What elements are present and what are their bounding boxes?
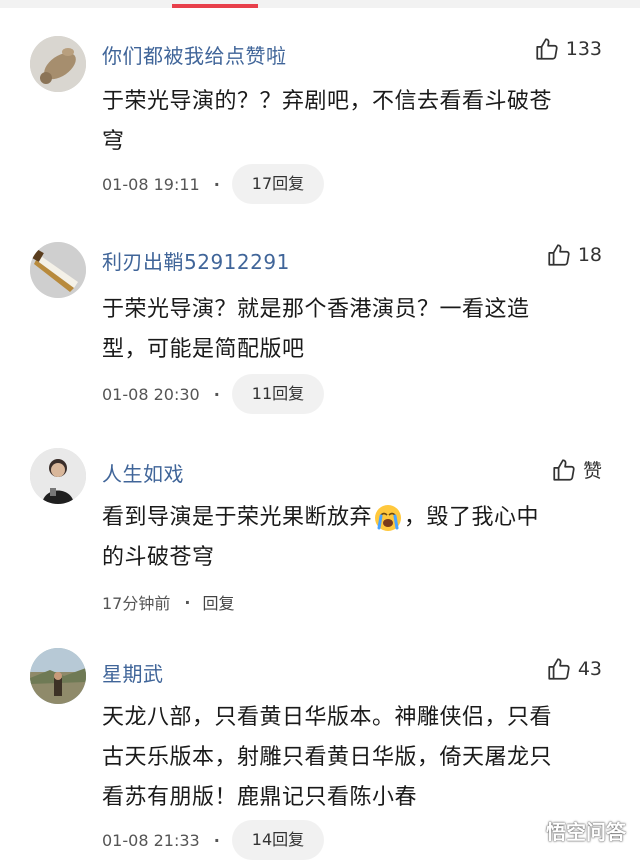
- thumbs-up-icon: [553, 458, 575, 481]
- separator-dot: ·: [213, 830, 220, 850]
- comment-text: 天龙八部，只看黄日华版本。神雕侠侣，只看 古天乐版本，射雕只看黄日华版，倚天屠龙…: [102, 698, 602, 818]
- reply-button[interactable]: 14回复: [231, 820, 325, 860]
- username[interactable]: 你们都被我给点赞啦: [102, 40, 287, 69]
- reply-button[interactable]: 回复: [202, 590, 234, 614]
- avatar[interactable]: [30, 242, 86, 298]
- like-count: 133: [565, 38, 602, 60]
- active-tab-indicator: [172, 4, 258, 8]
- comment-text-line: 的斗破苍穹: [102, 545, 215, 570]
- comment-text-line: 古天乐版本，射雕只看黄日华版，倚天屠龙只: [102, 745, 553, 770]
- like-count: 43: [577, 658, 602, 680]
- wukong-logo-icon: [514, 820, 540, 841]
- comment-text-line: 看苏有朋版！鹿鼎记只看陈小春: [102, 785, 418, 810]
- comment-text-line: 天龙八部，只看黄日华版本。神雕侠侣，只看: [102, 705, 553, 730]
- comment-text-line: 于荣光导演？就是那个香港演员？一看这造: [102, 297, 530, 322]
- separator-dot: ·: [213, 384, 220, 404]
- watermark: 悟空问答: [514, 816, 626, 845]
- separator-dot: ·: [213, 174, 220, 194]
- like-count: 18: [577, 244, 602, 266]
- watermark-text: 悟空问答: [546, 820, 626, 844]
- thumbs-up-icon: [548, 244, 570, 266]
- reply-button[interactable]: 17回复: [231, 164, 325, 204]
- comment-meta: 01-08 20:30 · 11回复: [102, 374, 325, 414]
- comment-text-segment: 看到导演是于荣光果断放弃: [102, 505, 373, 530]
- username[interactable]: 人生如戏: [102, 458, 184, 487]
- avatar[interactable]: [30, 648, 86, 704]
- timestamp: 01-08 21:33: [102, 830, 200, 850]
- username[interactable]: 星期武: [102, 658, 164, 687]
- comment-meta: 01-08 21:33 · 14回复: [102, 820, 325, 860]
- comment-meta: 01-08 19:11 · 17回复: [102, 164, 325, 204]
- thumbs-up-icon: [536, 38, 558, 60]
- comment-text-line: 于荣光导演的？？弃剧吧，不信去看看斗破苍: [102, 89, 553, 114]
- like-button[interactable]: 18: [546, 242, 602, 268]
- like-button[interactable]: 43: [546, 656, 602, 682]
- comment-text-line: 型，可能是简配版吧: [102, 337, 305, 362]
- timestamp: 01-08 20:30: [102, 384, 200, 404]
- like-label: 赞: [582, 460, 602, 482]
- avatar[interactable]: [30, 448, 86, 504]
- top-tab-bar: [0, 0, 640, 8]
- separator-dot: ·: [184, 592, 191, 612]
- crying-face-emoji-icon: [375, 505, 402, 531]
- comment-text-line: 穹: [102, 129, 125, 154]
- comment-text-segment: ，毁了我心中: [404, 505, 540, 530]
- comment-text: 于荣光导演？就是那个香港演员？一看这造 型，可能是简配版吧: [102, 290, 602, 370]
- comment-text: 于荣光导演的？？弃剧吧，不信去看看斗破苍 穹: [102, 82, 602, 162]
- avatar[interactable]: [30, 36, 86, 92]
- username[interactable]: 利刃出鞘52912291: [102, 246, 290, 275]
- reply-button[interactable]: 11回复: [231, 374, 325, 414]
- like-button[interactable]: 133: [534, 36, 602, 62]
- timestamp: 17分钟前: [102, 594, 171, 613]
- like-button[interactable]: 赞: [551, 456, 602, 483]
- comment-meta: 17分钟前 · 回复: [102, 590, 234, 614]
- thumbs-up-icon: [548, 658, 570, 680]
- comment-text: 看到导演是于荣光果断放弃 ，毁了我心中 的斗破苍穹: [102, 498, 602, 578]
- comment-text-line: 看到导演是于荣光果断放弃 ，毁了我心中: [102, 498, 602, 538]
- timestamp: 01-08 19:11: [102, 174, 200, 194]
